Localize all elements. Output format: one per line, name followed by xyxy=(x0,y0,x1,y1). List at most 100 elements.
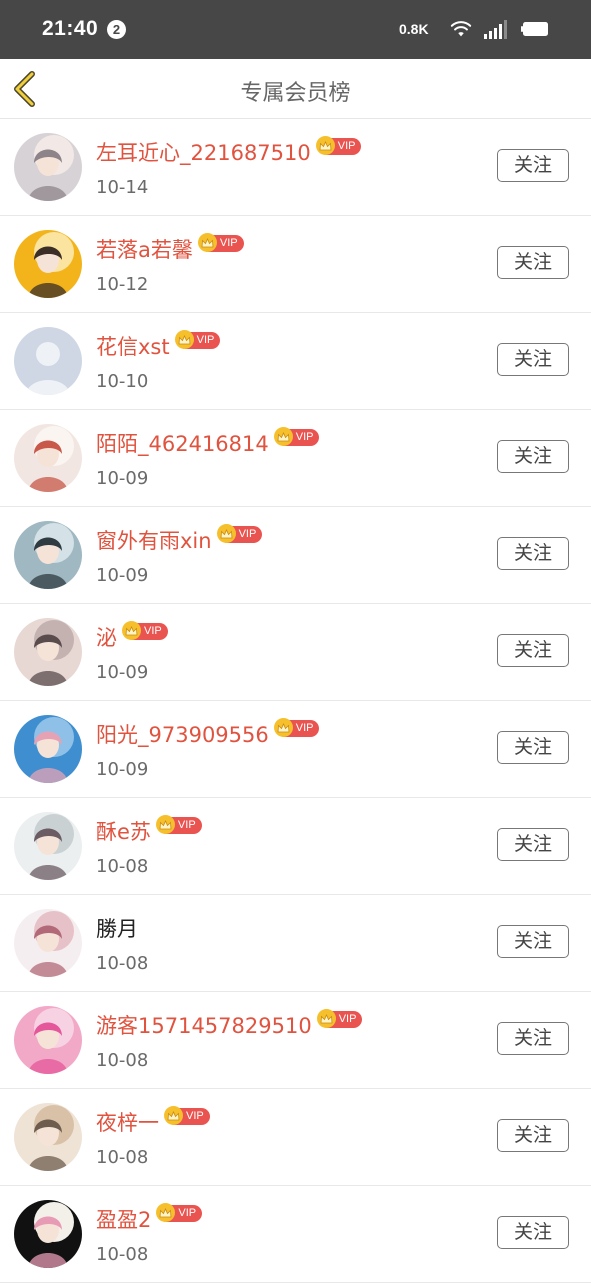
follow-button[interactable]: 关注 xyxy=(497,343,569,376)
name-row: 左耳近心_221687510 VIP xyxy=(96,136,362,167)
vip-label: VIP xyxy=(219,237,238,249)
member-list: 左耳近心_221687510 VIP 10-14 关注 若落a若馨 VIP 10-12 关注花… xyxy=(0,119,591,1283)
vip-badge: VIP xyxy=(174,330,221,349)
member-name[interactable]: 若落a若馨 xyxy=(96,234,193,264)
wifi-icon xyxy=(450,21,472,37)
member-date: 10-08 xyxy=(96,1050,149,1071)
member-name[interactable]: 左耳近心_221687510 xyxy=(96,137,311,167)
list-item[interactable]: 若落a若馨 VIP 10-12 关注 xyxy=(0,216,591,313)
follow-button[interactable]: 关注 xyxy=(497,537,569,570)
crown-icon xyxy=(273,718,293,737)
avatar[interactable] xyxy=(14,715,82,783)
avatar[interactable] xyxy=(14,618,82,686)
member-name[interactable]: 酥e苏 xyxy=(96,816,151,846)
follow-button[interactable]: 关注 xyxy=(497,828,569,861)
vip-label: VIP xyxy=(337,140,356,152)
vip-badge: VIP xyxy=(315,136,362,155)
vip-label: VIP xyxy=(144,625,162,637)
follow-button[interactable]: 关注 xyxy=(497,634,569,667)
avatar[interactable] xyxy=(14,133,82,201)
name-row: 酥e苏 VIP xyxy=(96,815,202,846)
member-date: 10-08 xyxy=(96,1244,149,1265)
crown-icon xyxy=(164,1106,183,1125)
member-date: 10-08 xyxy=(96,953,149,974)
vip-badge: VIP xyxy=(273,427,320,446)
crown-icon xyxy=(122,621,141,640)
list-item[interactable]: 泌 VIP 10-09 关注 xyxy=(0,604,591,701)
member-date: 10-14 xyxy=(96,177,149,198)
vip-badge: VIP xyxy=(156,1203,203,1222)
member-name[interactable]: 盈盈2 xyxy=(96,1204,151,1234)
avatar[interactable] xyxy=(14,812,82,880)
follow-button[interactable]: 关注 xyxy=(497,1216,569,1249)
member-name[interactable]: 阳光_973909556 xyxy=(96,719,269,749)
name-row: 游客1571457829510 VIP xyxy=(96,1009,363,1040)
notification-badge: 2 xyxy=(107,20,126,39)
avatar[interactable] xyxy=(14,327,82,395)
name-row: 阳光_973909556 VIP xyxy=(96,718,320,749)
follow-button[interactable]: 关注 xyxy=(497,925,569,958)
net-speed: 0.8K xyxy=(399,21,429,37)
follow-button[interactable]: 关注 xyxy=(497,1119,569,1152)
member-name[interactable]: 陌陌_462416814 xyxy=(96,428,269,458)
follow-button[interactable]: 关注 xyxy=(497,149,569,182)
crown-icon xyxy=(197,233,217,252)
vip-badge: VIP xyxy=(273,718,320,737)
member-date: 10-09 xyxy=(96,565,149,586)
avatar[interactable] xyxy=(14,424,82,492)
avatar[interactable] xyxy=(14,230,82,298)
member-name[interactable]: 夜梓一 xyxy=(96,1107,159,1137)
member-date: 10-09 xyxy=(96,662,149,683)
vip-badge: VIP xyxy=(197,233,244,252)
list-item[interactable]: 阳光_973909556 VIP 10-09 关注 xyxy=(0,701,591,798)
list-item[interactable]: 游客1571457829510 VIP 10-08 关注 xyxy=(0,992,591,1089)
vip-badge: VIP xyxy=(164,1106,210,1125)
follow-button[interactable]: 关注 xyxy=(497,1022,569,1055)
follow-button[interactable]: 关注 xyxy=(497,440,569,473)
name-row: 勝月 xyxy=(96,913,138,943)
crown-icon xyxy=(156,1203,176,1222)
member-date: 10-08 xyxy=(96,1147,149,1168)
vip-label: VIP xyxy=(186,1110,204,1122)
member-name[interactable]: 勝月 xyxy=(96,913,138,943)
member-name[interactable]: 泌 xyxy=(96,622,117,652)
page-title: 专属会员榜 xyxy=(240,81,351,106)
vip-label: VIP xyxy=(238,528,257,540)
member-name[interactable]: 花信xst xyxy=(96,331,170,361)
member-date: 10-09 xyxy=(96,468,149,489)
follow-button[interactable]: 关注 xyxy=(497,731,569,764)
avatar[interactable] xyxy=(14,1200,82,1268)
crown-icon xyxy=(216,524,236,543)
name-row: 盈盈2 VIP xyxy=(96,1203,203,1234)
name-row: 陌陌_462416814 VIP xyxy=(96,427,320,458)
list-item[interactable]: 花信xst VIP 10-10 关注 xyxy=(0,313,591,410)
list-item[interactable]: 盈盈2 VIP 10-08 关注 xyxy=(0,1186,591,1283)
name-row: 窗外有雨xin VIP xyxy=(96,524,263,555)
list-item[interactable]: 陌陌_462416814 VIP 10-09 关注 xyxy=(0,410,591,507)
vip-label: VIP xyxy=(295,431,314,443)
battery-icon xyxy=(521,22,548,36)
list-item[interactable]: 左耳近心_221687510 VIP 10-14 关注 xyxy=(0,119,591,216)
vip-label: VIP xyxy=(178,1207,197,1219)
avatar[interactable] xyxy=(14,521,82,589)
avatar[interactable] xyxy=(14,1103,82,1171)
list-item[interactable]: 窗外有雨xin VIP 10-09 关注 xyxy=(0,507,591,604)
list-item[interactable]: 夜梓一 VIP 10-08 关注 xyxy=(0,1089,591,1186)
name-row: 泌 VIP xyxy=(96,621,168,652)
member-date: 10-08 xyxy=(96,856,149,877)
avatar[interactable] xyxy=(14,909,82,977)
list-item[interactable]: 勝月 10-08 关注 xyxy=(0,895,591,992)
crown-icon xyxy=(155,815,175,834)
member-name[interactable]: 窗外有雨xin xyxy=(96,525,212,555)
vip-label: VIP xyxy=(177,819,196,831)
status-time: 21:40 xyxy=(42,17,99,40)
crown-icon xyxy=(315,136,335,155)
member-date: 10-09 xyxy=(96,759,149,780)
member-name[interactable]: 游客1571457829510 xyxy=(96,1010,312,1040)
list-item[interactable]: 酥e苏 VIP 10-08 关注 xyxy=(0,798,591,895)
member-date: 10-12 xyxy=(96,274,149,295)
follow-button[interactable]: 关注 xyxy=(497,246,569,279)
avatar[interactable] xyxy=(14,1006,82,1074)
vip-badge: VIP xyxy=(216,524,263,543)
crown-icon xyxy=(174,330,194,349)
